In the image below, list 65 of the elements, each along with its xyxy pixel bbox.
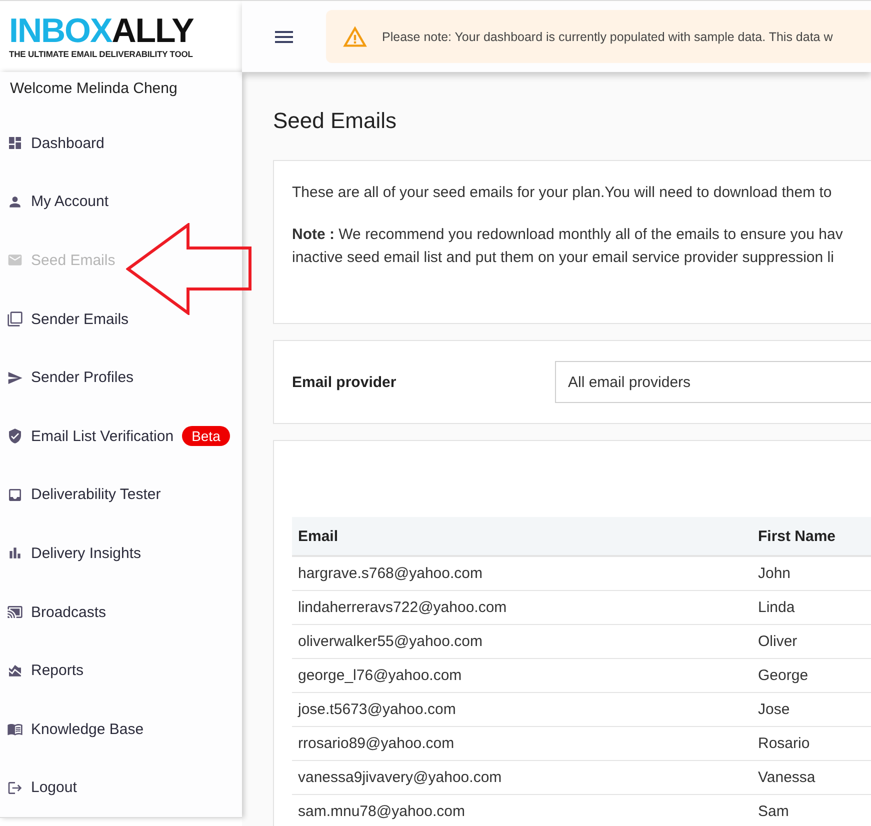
table-cell: Sam <box>752 794 871 826</box>
inbox-icon <box>7 486 23 503</box>
sidebar-item-label: My Account <box>31 193 109 210</box>
area-chart-icon <box>7 662 23 679</box>
table-cell: lindaherreravs722@yahoo.com <box>292 590 752 624</box>
table-cell: jose.t5673@yahoo.com <box>292 692 752 726</box>
table-cell: George <box>752 658 871 692</box>
book-icon <box>7 721 23 738</box>
bar-chart-icon <box>7 545 23 562</box>
table-cell: Vanessa <box>752 760 871 794</box>
notice-text: Please note: Your dashboard is currently populated with sample data. This data w <box>382 30 833 44</box>
table-cell: John <box>752 556 871 590</box>
send-icon <box>7 370 23 386</box>
sidebar-item[interactable]: Dashboard <box>0 114 242 173</box>
logo-wordmark: ALLY <box>112 14 194 46</box>
column-header: Email <box>292 517 752 556</box>
table-cell: Linda <box>752 590 871 624</box>
welcome-text: Welcome Melinda Cheng <box>9 79 178 99</box>
person-icon <box>7 194 23 210</box>
sidebar-item-label: Reports <box>31 662 84 680</box>
dashboard-icon <box>7 135 23 152</box>
sidebar-item-label: Delivery Insights <box>31 544 142 562</box>
table-cell: rrosario89@yahoo.com <box>292 726 752 760</box>
logo-tagline: THE ULTIMATE EMAIL DELIVERABILITY TOOL <box>9 48 194 58</box>
table-cell: hargrave.s768@yahoo.com <box>292 556 752 590</box>
sidebar-item[interactable]: Knowledge Base <box>0 700 242 759</box>
sidebar-item[interactable]: Broadcasts <box>0 582 242 642</box>
sidebar-item-label: Sender Emails <box>31 310 129 328</box>
envelope-icon <box>7 252 23 268</box>
sidebar-item[interactable]: Deliverability Tester <box>0 466 242 524</box>
table-cell: Jose <box>752 692 871 726</box>
table-cell: george_l76@yahoo.com <box>292 658 752 692</box>
warning-icon <box>342 24 368 50</box>
sidebar-item-label: Deliverability Tester <box>31 486 161 504</box>
filter-label: Email provider <box>292 374 398 390</box>
sidebar-item-label: Sender Profiles <box>31 369 134 386</box>
table-cell: oliverwalker55@yahoo.com <box>292 624 752 658</box>
sidebar-item[interactable]: Reports <box>0 641 242 700</box>
table-cell: Rosario <box>752 726 871 760</box>
shield-check-icon <box>7 428 23 444</box>
provider-select[interactable]: All email providers <box>555 361 871 403</box>
note-text: Note : We recommend you redownload monthly all of the emails to ensure you hav inactive seed email list and put them on your email service provider suppression li <box>292 225 844 268</box>
sidebar-item-label: Dashboard <box>31 134 104 152</box>
sidebar-item[interactable]: Sender Profiles <box>0 348 242 407</box>
intro-text: These are all of your seed emails for your plan.You will need to download them to <box>292 183 833 203</box>
stacked-squares-icon <box>7 311 23 328</box>
sidebar-item-label: Knowledge Base <box>31 720 144 738</box>
table-cell: vanessa9jivavery@yahoo.com <box>292 760 752 794</box>
page-title: Seed Emails <box>273 108 398 134</box>
sidebar-item-label: Logout <box>31 779 77 796</box>
logo-wordmark: INBOX <box>9 14 112 46</box>
sidebar-item[interactable]: Delivery Insights <box>0 524 242 583</box>
sidebar-item[interactable]: Email List Verification Beta <box>0 406 242 466</box>
sidebar-item[interactable]: My Account <box>0 172 242 232</box>
sidebar-item[interactable]: Logout <box>0 758 242 818</box>
table-cell: Oliver <box>752 624 871 658</box>
cast-icon <box>7 604 23 620</box>
sidebar-item-label: Email List Verification <box>31 428 174 445</box>
sidebar-item[interactable]: Sender Emails <box>0 290 242 348</box>
logout-icon <box>7 780 23 796</box>
sidebar-item-label: Seed Emails <box>31 252 116 269</box>
column-header: First Name <box>752 517 871 556</box>
table-cell: sam.mnu78@yahoo.com <box>292 794 752 826</box>
sidebar-item-label: Broadcasts <box>31 604 106 621</box>
beta-badge: Beta <box>182 426 230 446</box>
